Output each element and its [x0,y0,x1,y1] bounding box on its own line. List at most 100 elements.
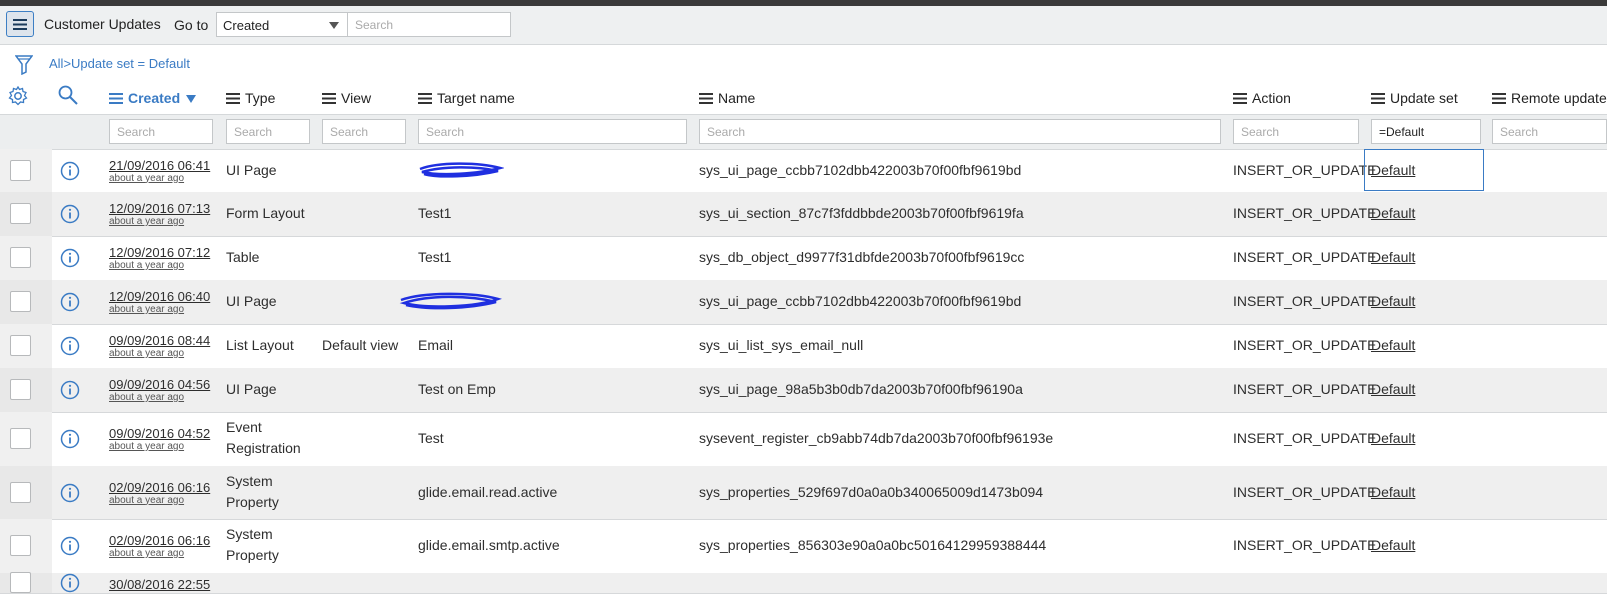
table-row[interactable]: 02/09/2016 06:16 about a year ago System Pr… [0,519,1607,574]
relative-time-link[interactable]: about a year ago [109,173,184,184]
info-circle-icon[interactable] [60,573,80,593]
update-set-link[interactable]: Default [1371,249,1415,265]
column-lines-icon[interactable] [1492,92,1506,104]
info-circle-icon[interactable] [60,429,80,449]
search-type-input[interactable]: Search [226,119,310,144]
table-row[interactable]: 12/09/2016 07:13 about a year ago Form Lay… [0,192,1607,237]
relative-time-link[interactable]: about a year ago [109,548,184,559]
search-created-input[interactable]: Search [109,119,213,144]
target-name-cell: Test1 [418,205,452,221]
row-checkbox[interactable] [10,335,31,356]
column-header-type[interactable]: Type [226,90,275,106]
funnel-icon[interactable] [15,55,33,75]
relative-time-link[interactable]: about a year ago [109,495,184,506]
column-header-remote[interactable]: Remote update [1492,90,1607,106]
table-row[interactable]: 12/09/2016 07:12 about a year ago Table Tes… [0,236,1607,281]
update-set-link[interactable]: Default [1371,205,1415,221]
table-row[interactable]: 12/09/2016 06:40 about a year ago UI Page s… [0,280,1607,325]
column-header-name[interactable]: Name [699,90,755,106]
magnifier-icon[interactable] [57,84,79,106]
row-checkbox[interactable] [10,159,31,181]
relative-time-link[interactable]: about a year ago [109,441,184,452]
column-lines-icon[interactable] [226,92,240,104]
column-header-action[interactable]: Action [1233,90,1291,106]
update-set-link[interactable]: Default [1371,381,1415,397]
info-circle-icon[interactable] [60,204,80,224]
update-set-link[interactable]: Default [1371,293,1415,309]
breadcrumb-filter-link[interactable]: Update set = Default [71,56,190,71]
row-checkbox[interactable] [10,379,31,400]
search-update-set-input[interactable]: =Default [1371,119,1481,144]
search-target-input[interactable]: Search [418,119,687,144]
table-row[interactable]: 09/09/2016 08:44 about a year ago List Lay… [0,324,1607,369]
row-checkbox[interactable] [10,572,31,593]
info-circle-icon[interactable] [60,161,80,181]
info-circle-icon[interactable] [60,292,80,312]
table-row[interactable]: 30/08/2016 22:55 [0,572,1607,594]
column-header-view[interactable]: View [322,90,371,106]
column-header-label: Created [128,90,181,106]
created-date-link[interactable]: 02/09/2016 06:16 [109,480,210,495]
created-date-link[interactable]: 30/08/2016 22:55 [109,577,210,592]
goto-field-select[interactable]: Created [216,12,348,37]
table-row[interactable]: 09/09/2016 04:52 about a year ago Event Reg… [0,412,1607,467]
column-lines-icon[interactable] [699,92,713,104]
column-header-created[interactable]: Created [109,90,197,106]
list-menu-button[interactable] [6,11,34,37]
table-row[interactable]: 09/09/2016 04:56 about a year ago UI Page T… [0,368,1607,413]
update-set-link[interactable]: Default [1371,430,1415,446]
created-date-link[interactable]: 12/09/2016 07:12 [109,245,210,260]
info-circle-icon[interactable] [60,336,80,356]
relative-time-link[interactable]: about a year ago [109,304,184,315]
search-name-input[interactable]: Search [699,119,1221,144]
column-lines-icon[interactable] [109,92,123,104]
update-set-link[interactable]: Default [1371,337,1415,353]
relative-time-link[interactable]: about a year ago [109,260,184,271]
created-date-link[interactable]: 09/09/2016 04:56 [109,377,210,392]
row-checkbox[interactable] [10,247,31,268]
column-header-label: Remote update [1511,90,1607,106]
column-header-update_set[interactable]: Update set [1371,90,1458,106]
goto-search-input[interactable]: Search [347,12,511,37]
row-checkbox[interactable] [10,291,31,312]
column-lines-icon[interactable] [1371,92,1385,104]
created-date-link[interactable]: 21/09/2016 06:41 [109,158,210,173]
created-date-link[interactable]: 09/09/2016 08:44 [109,333,210,348]
gear-icon[interactable] [8,86,28,106]
target-name-cell: Email [418,337,454,353]
column-header-label: Action [1252,90,1291,106]
search-action-input[interactable]: Search [1233,119,1359,144]
row-checkbox[interactable] [10,535,31,556]
type-cell-line1: Event [226,419,262,435]
name-cell: sys_ui_page_98a5b3b0db7da2003b70f00fbf96… [699,381,1023,397]
row-checkbox[interactable] [10,203,31,224]
relative-time-link[interactable]: about a year ago [109,348,184,359]
created-date-link[interactable]: 12/09/2016 07:13 [109,201,210,216]
relative-time-link[interactable]: about a year ago [109,392,184,403]
search-view-input[interactable]: Search [322,119,406,144]
info-circle-icon[interactable] [60,483,80,503]
redaction-scribble [419,162,504,178]
info-circle-icon[interactable] [60,380,80,400]
info-circle-icon[interactable] [60,248,80,268]
table-row[interactable]: 02/09/2016 06:16 about a year ago System Pr… [0,466,1607,520]
search-remote-input[interactable]: Search [1492,119,1607,144]
relative-time-link[interactable]: about a year ago [109,216,184,227]
row-checkbox[interactable] [10,428,31,449]
row-checkbox[interactable] [10,481,31,503]
column-header-label: Update set [1390,90,1458,106]
goto-field-value: Created [223,18,270,33]
column-lines-icon[interactable] [322,92,336,104]
update-set-link[interactable]: Default [1371,484,1415,500]
update-set-link[interactable]: Default [1371,537,1415,553]
created-date-link[interactable]: 02/09/2016 06:16 [109,533,210,548]
info-circle-icon[interactable] [60,536,80,556]
breadcrumb-all-link[interactable]: All [49,56,63,71]
created-date-link[interactable]: 12/09/2016 06:40 [109,289,210,304]
column-header-target[interactable]: Target name [418,90,515,106]
selected-cell-highlight [1364,149,1484,191]
created-date-link[interactable]: 09/09/2016 04:52 [109,426,210,441]
view-cell: Default view [322,337,399,353]
column-lines-icon[interactable] [418,92,432,104]
column-lines-icon[interactable] [1233,92,1247,104]
